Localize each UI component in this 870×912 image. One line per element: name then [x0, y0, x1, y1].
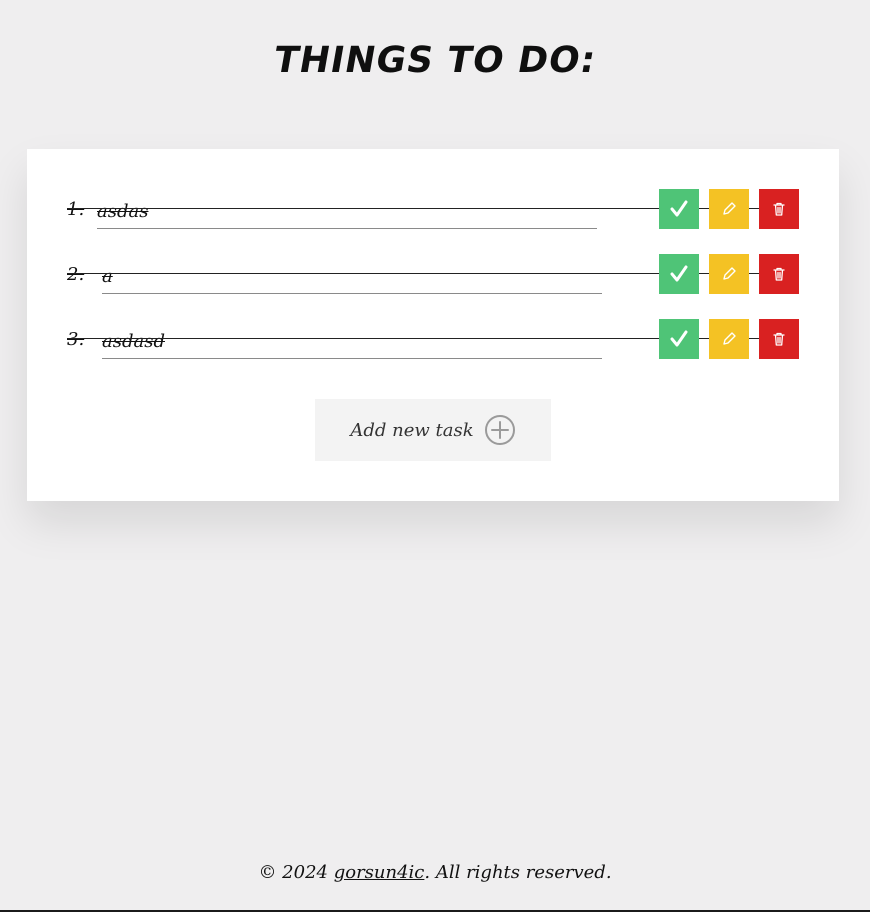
task-text[interactable]: asdas: [97, 201, 597, 229]
task-number: 1.: [67, 198, 85, 220]
edit-button[interactable]: [709, 254, 749, 294]
pencil-icon: [723, 332, 736, 345]
trash-icon: [773, 202, 785, 216]
done-button[interactable]: [659, 189, 699, 229]
plus-circle-icon: [484, 415, 515, 445]
check-icon: [670, 200, 688, 217]
check-icon: [670, 330, 688, 347]
task-list: 1. asdas 2. a 3. asdasd: [67, 189, 799, 384]
done-button[interactable]: [659, 319, 699, 359]
author-link[interactable]: gorsun4ic: [334, 862, 425, 883]
delete-button[interactable]: [759, 189, 799, 229]
edit-button[interactable]: [709, 189, 749, 229]
footer: © 2024 gorsun4ic. All rights reserved.: [0, 862, 870, 883]
add-task-button[interactable]: Add new task: [315, 399, 551, 461]
done-button[interactable]: [659, 254, 699, 294]
trash-icon: [773, 267, 785, 281]
task-text[interactable]: a: [102, 266, 602, 294]
check-icon: [670, 265, 688, 282]
page-title: THINGS TO DO:: [270, 40, 600, 81]
task-row: 1. asdas: [67, 189, 799, 229]
task-text[interactable]: asdasd: [102, 331, 602, 359]
task-number: 3.: [67, 328, 85, 350]
delete-button[interactable]: [759, 319, 799, 359]
task-number: 2.: [67, 263, 85, 285]
pencil-icon: [723, 202, 736, 215]
add-task-label: Add new task: [350, 419, 474, 441]
footer-copyright: © 2024: [258, 862, 328, 883]
trash-icon: [773, 332, 785, 346]
footer-rights: . All rights reserved.: [424, 862, 612, 883]
task-row: 3. asdasd: [67, 319, 799, 359]
task-row: 2. a: [67, 254, 799, 294]
delete-button[interactable]: [759, 254, 799, 294]
pencil-icon: [723, 267, 736, 280]
task-card: 1. asdas 2. a 3. asdasd Add new task: [27, 149, 839, 501]
edit-button[interactable]: [709, 319, 749, 359]
